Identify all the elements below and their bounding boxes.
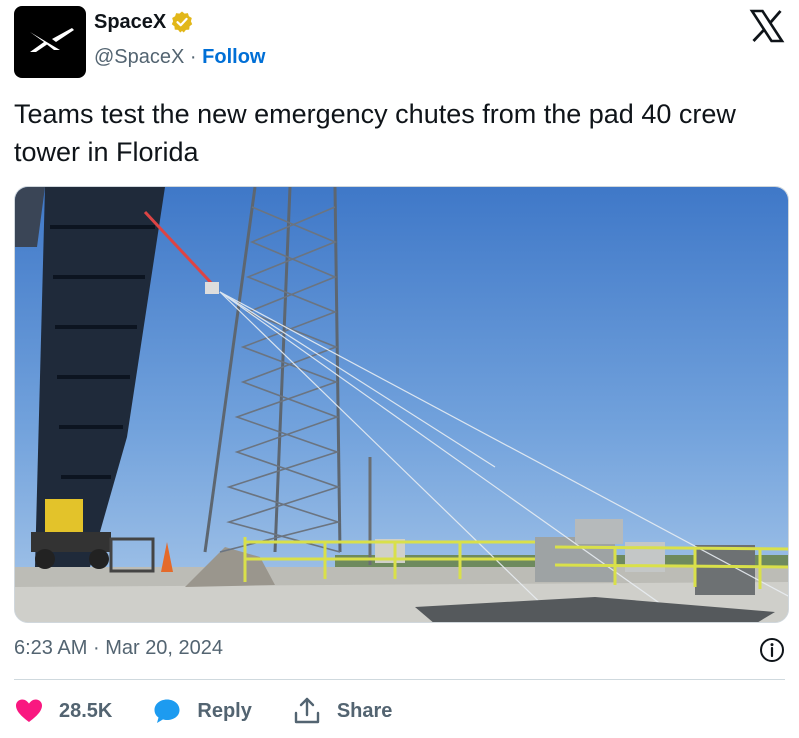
handle[interactable]: @SpaceX (94, 46, 184, 68)
avatar[interactable] (14, 6, 86, 78)
action-bar: 28.5K Reply Share (14, 694, 432, 728)
spacex-logo-icon (30, 28, 74, 52)
handle-separator: · (189, 46, 197, 68)
divider (14, 679, 785, 680)
timestamp-separator: · (92, 637, 100, 659)
heart-icon (16, 699, 42, 722)
tweet-date: Mar 20, 2024 (105, 637, 224, 659)
x-logo-icon[interactable] (749, 8, 785, 44)
tweet-timestamp[interactable]: 6:23 AM · Mar 20, 2024 (14, 637, 223, 660)
reply-button[interactable]: Reply (152, 696, 252, 726)
name-row: SpaceX (94, 10, 194, 34)
share-button[interactable]: Share (292, 696, 393, 726)
handle-row: @SpaceX · Follow (94, 46, 265, 69)
tweet-time: 6:23 AM (14, 637, 88, 659)
reply-label: Reply (197, 699, 252, 722)
tweet-text: Teams test the new emergency chutes from… (14, 99, 736, 167)
like-count: 28.5K (59, 699, 113, 722)
like-button[interactable]: 28.5K (14, 696, 112, 726)
tweet-header: SpaceX @SpaceX · Follow (14, 6, 785, 78)
speech-bubble-icon (154, 699, 180, 723)
display-name[interactable]: SpaceX (94, 11, 166, 34)
share-upload-icon (294, 697, 320, 724)
info-icon[interactable] (759, 637, 785, 663)
verified-badge-icon (172, 11, 193, 33)
follow-link[interactable]: Follow (202, 46, 265, 68)
tweet-video[interactable] (14, 186, 789, 623)
share-label: Share (336, 699, 393, 722)
video-frame-image (15, 187, 788, 622)
